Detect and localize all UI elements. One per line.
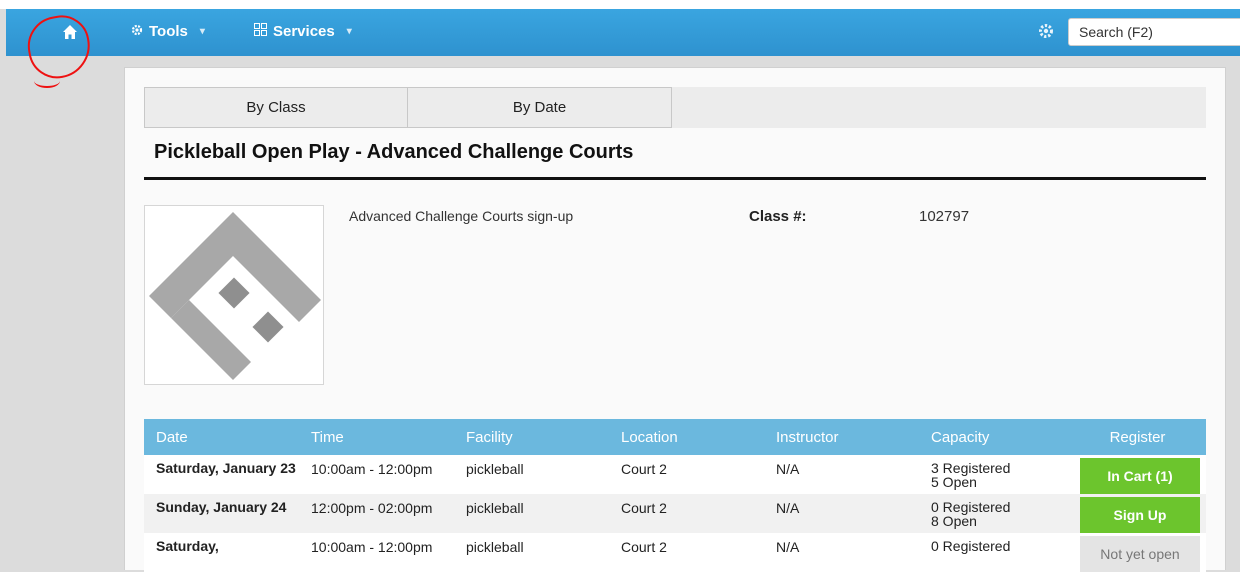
services-menu[interactable]: Services ▾	[254, 23, 352, 40]
class-description: Advanced Challenge Courts sign-up	[349, 208, 574, 224]
header-instructor: Instructor	[764, 419, 919, 455]
row-time: 10:00am - 12:00pm	[299, 533, 454, 572]
header-date: Date	[144, 419, 299, 455]
services-label: Services	[273, 23, 335, 40]
sign-up-button[interactable]: Sign Up	[1080, 497, 1200, 533]
row-instructor: N/A	[764, 494, 919, 533]
table-row: Saturday, January 23 10:00am - 12:00pm p…	[144, 455, 1206, 494]
header-time: Time	[299, 419, 454, 455]
row-date: Saturday, January 23	[144, 455, 299, 494]
row-time: 12:00pm - 02:00pm	[299, 494, 454, 533]
capacity-registered: 0 Registered	[931, 538, 1011, 554]
red-circle-annotation-tail	[34, 74, 60, 88]
table-header-row: Date Time Facility Location Instructor C…	[144, 419, 1206, 455]
tools-label: Tools	[149, 23, 188, 40]
search-input[interactable]	[1068, 18, 1240, 46]
chevron-down-icon: ▾	[346, 26, 352, 37]
row-facility: pickleball	[454, 455, 609, 494]
tools-menu[interactable]: Tools ▾	[131, 23, 205, 40]
row-register: Sign Up	[1069, 494, 1206, 533]
header-facility: Facility	[454, 419, 609, 455]
header-location: Location	[609, 419, 764, 455]
table-row: Sunday, January 24 12:00pm - 02:00pm pic…	[144, 494, 1206, 533]
settings-gear-icon[interactable]	[1038, 23, 1054, 44]
title-divider	[144, 177, 1206, 180]
class-number-value: 102797	[919, 208, 970, 225]
row-facility: pickleball	[454, 533, 609, 572]
capacity-open: 5 Open	[931, 474, 977, 490]
row-register: Not yet open	[1069, 533, 1206, 572]
top-navbar: Tools ▾ Services ▾	[6, 9, 1240, 56]
header-capacity: Capacity	[919, 419, 1069, 455]
in-cart-button[interactable]: In Cart (1)	[1080, 458, 1200, 494]
chevron-down-icon: ▾	[199, 26, 205, 37]
capacity-registered: 0 Registered	[931, 499, 1011, 515]
row-instructor: N/A	[764, 455, 919, 494]
table-row: Saturday, 10:00am - 12:00pm pickleball C…	[144, 533, 1206, 572]
row-date: Saturday,	[144, 533, 299, 572]
row-capacity: 0 Registered	[919, 533, 1069, 572]
not-yet-open-button[interactable]: Not yet open	[1080, 536, 1200, 572]
placeholder-logo-icon	[149, 212, 321, 380]
row-capacity: 0 Registered 8 Open	[919, 494, 1069, 533]
row-capacity: 3 Registered 5 Open	[919, 455, 1069, 494]
gear-icon	[131, 23, 143, 40]
row-register: In Cart (1)	[1069, 455, 1206, 494]
row-location: Court 2	[609, 455, 764, 494]
header-register: Register	[1069, 419, 1206, 455]
tab-by-class[interactable]: By Class	[144, 87, 408, 128]
row-location: Court 2	[609, 494, 764, 533]
schedule-table: Date Time Facility Location Instructor C…	[144, 419, 1206, 572]
row-time: 10:00am - 12:00pm	[299, 455, 454, 494]
capacity-registered: 3 Registered	[931, 460, 1011, 476]
grid-icon	[254, 23, 267, 40]
tab-by-date[interactable]: By Date	[408, 87, 672, 128]
top-strip	[0, 0, 1240, 9]
page-title: Pickleball Open Play - Advanced Challeng…	[154, 141, 634, 163]
row-instructor: N/A	[764, 533, 919, 572]
view-tabs: By Class By Date	[144, 87, 1206, 128]
class-detail-panel: By Class By Date Pickleball Open Play - …	[124, 67, 1226, 572]
capacity-open: 8 Open	[931, 513, 977, 529]
row-facility: pickleball	[454, 494, 609, 533]
row-location: Court 2	[609, 533, 764, 572]
class-number-label: Class #:	[749, 208, 807, 225]
row-date: Sunday, January 24	[144, 494, 299, 533]
class-image	[144, 205, 324, 385]
